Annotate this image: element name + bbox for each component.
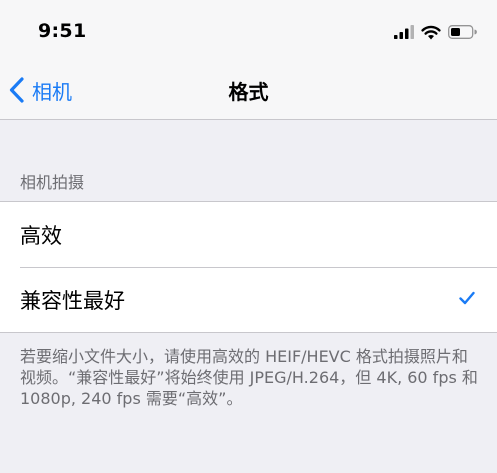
option-label: 高效	[20, 223, 62, 248]
checkmark-icon	[459, 291, 475, 305]
status-icons	[394, 24, 477, 40]
option-high-efficiency[interactable]: 高效	[0, 202, 497, 267]
cellular-signal-icon	[394, 25, 414, 39]
page-title: 格式	[228, 80, 269, 104]
option-most-compatible[interactable]: 兼容性最好	[0, 267, 497, 332]
status-time: 9:51	[38, 20, 87, 42]
status-bar: 9:51	[0, 0, 497, 62]
navigation-bar: 相机 格式	[0, 62, 497, 120]
wifi-icon	[421, 25, 441, 39]
option-label: 兼容性最好	[20, 288, 125, 313]
footer-note: 若要缩小文件大小，请使用高效的 HEIF/HEVC 格式拍摄照片和视频。“兼容性…	[20, 347, 478, 408]
format-options-group: 高效 兼容性最好	[0, 201, 497, 333]
battery-icon	[448, 25, 477, 39]
section-header: 相机拍摄	[20, 173, 85, 192]
